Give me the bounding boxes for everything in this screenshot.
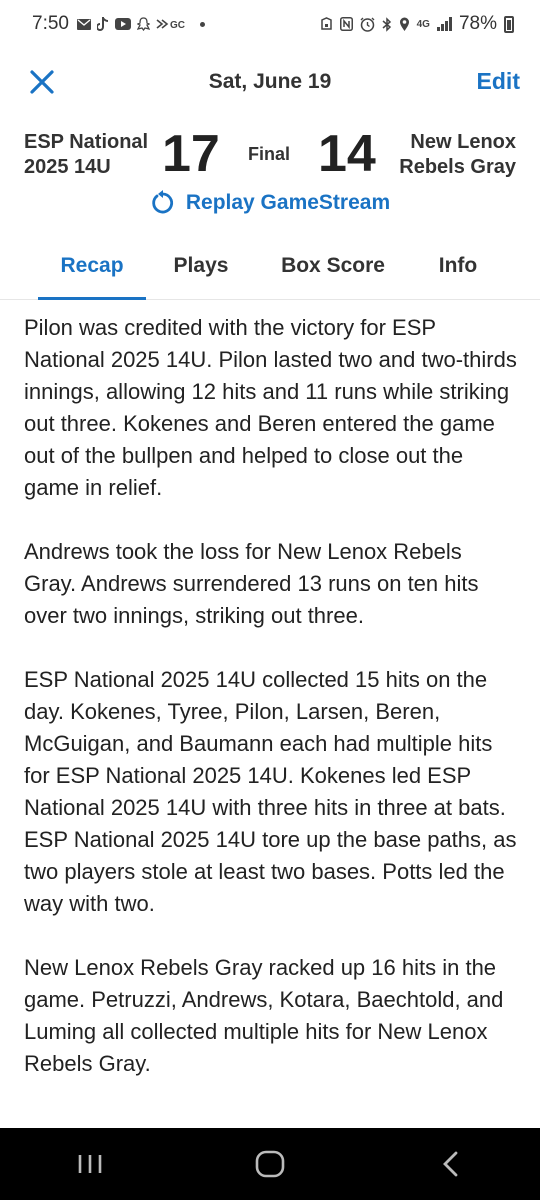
score-row: ESP National 2025 14U 17 Final 14 New Le…	[0, 124, 540, 188]
notification-icons: GC	[76, 17, 205, 31]
home-button[interactable]	[240, 1134, 300, 1194]
back-button[interactable]	[420, 1134, 480, 1194]
home-score: 17	[162, 125, 220, 183]
gamechanger-icon: GC	[156, 19, 185, 30]
snapchat-icon	[136, 17, 150, 31]
recap-paragraph: New Lenox Rebels Gray racked up 16 hits …	[24, 955, 504, 1076]
dot-icon	[199, 21, 205, 27]
tab-plays[interactable]: Plays	[164, 240, 238, 299]
system-nav-bar	[0, 1128, 540, 1200]
status-time: 7:50	[32, 13, 69, 34]
bluetooth-icon	[382, 16, 391, 32]
home-icon	[255, 1150, 285, 1178]
battery-percent: 78%	[458, 13, 497, 34]
recap-paragraph: Andrews took the loss for New Lenox Rebe…	[24, 539, 479, 628]
svg-text:GC: GC	[170, 20, 185, 30]
youtube-icon	[114, 18, 131, 30]
status-right: 4G 78%	[320, 13, 514, 35]
header: Sat, June 19 Edit	[0, 56, 540, 108]
recap-paragraph: ESP National 2025 14U collected 15 hits …	[24, 667, 517, 916]
network-type: 4G	[416, 18, 430, 30]
status-left: 7:50 GC	[32, 13, 205, 35]
replay-icon	[152, 190, 173, 214]
replay-gamestream-button[interactable]: Replay GameStream	[0, 190, 540, 216]
recents-icon	[78, 1155, 102, 1173]
replay-label: Replay GameStream	[185, 191, 391, 214]
home-team-line1: ESP National	[24, 131, 149, 153]
nfc-icon	[339, 17, 353, 31]
away-team-line2: Rebels Gray	[399, 156, 516, 178]
status-bar: 7:50 GC 4G 78%	[0, 0, 540, 48]
away-score: 14	[318, 125, 376, 183]
home-team-line2: 2025 14U	[24, 156, 111, 178]
away-team-name: New Lenox Rebels Gray	[399, 130, 516, 180]
clock-icon	[360, 17, 375, 32]
mail-icon	[76, 18, 91, 30]
edit-button[interactable]: Edit	[477, 68, 520, 95]
location-icon	[399, 17, 409, 31]
tab-bar: Recap Plays Box Score Info	[0, 240, 540, 300]
back-icon	[443, 1151, 458, 1177]
alarm-icon	[320, 17, 332, 30]
game-status: Final	[248, 144, 291, 164]
tab-box-score[interactable]: Box Score	[274, 240, 392, 299]
signal-icon	[436, 17, 452, 31]
battery-icon	[504, 15, 514, 33]
close-icon[interactable]	[28, 68, 56, 96]
tiktok-icon	[96, 17, 109, 31]
home-team-name: ESP National 2025 14U	[24, 130, 148, 180]
recents-button[interactable]	[60, 1134, 120, 1194]
away-team-line1: New Lenox	[410, 131, 516, 153]
recap-content: Pilon was credited with the victory for …	[24, 312, 520, 1128]
page-title: Sat, June 19	[208, 70, 332, 93]
tab-info[interactable]: Info	[430, 240, 486, 299]
tab-recap[interactable]: Recap	[38, 240, 146, 300]
recap-paragraph: Pilon was credited with the victory for …	[24, 315, 517, 500]
